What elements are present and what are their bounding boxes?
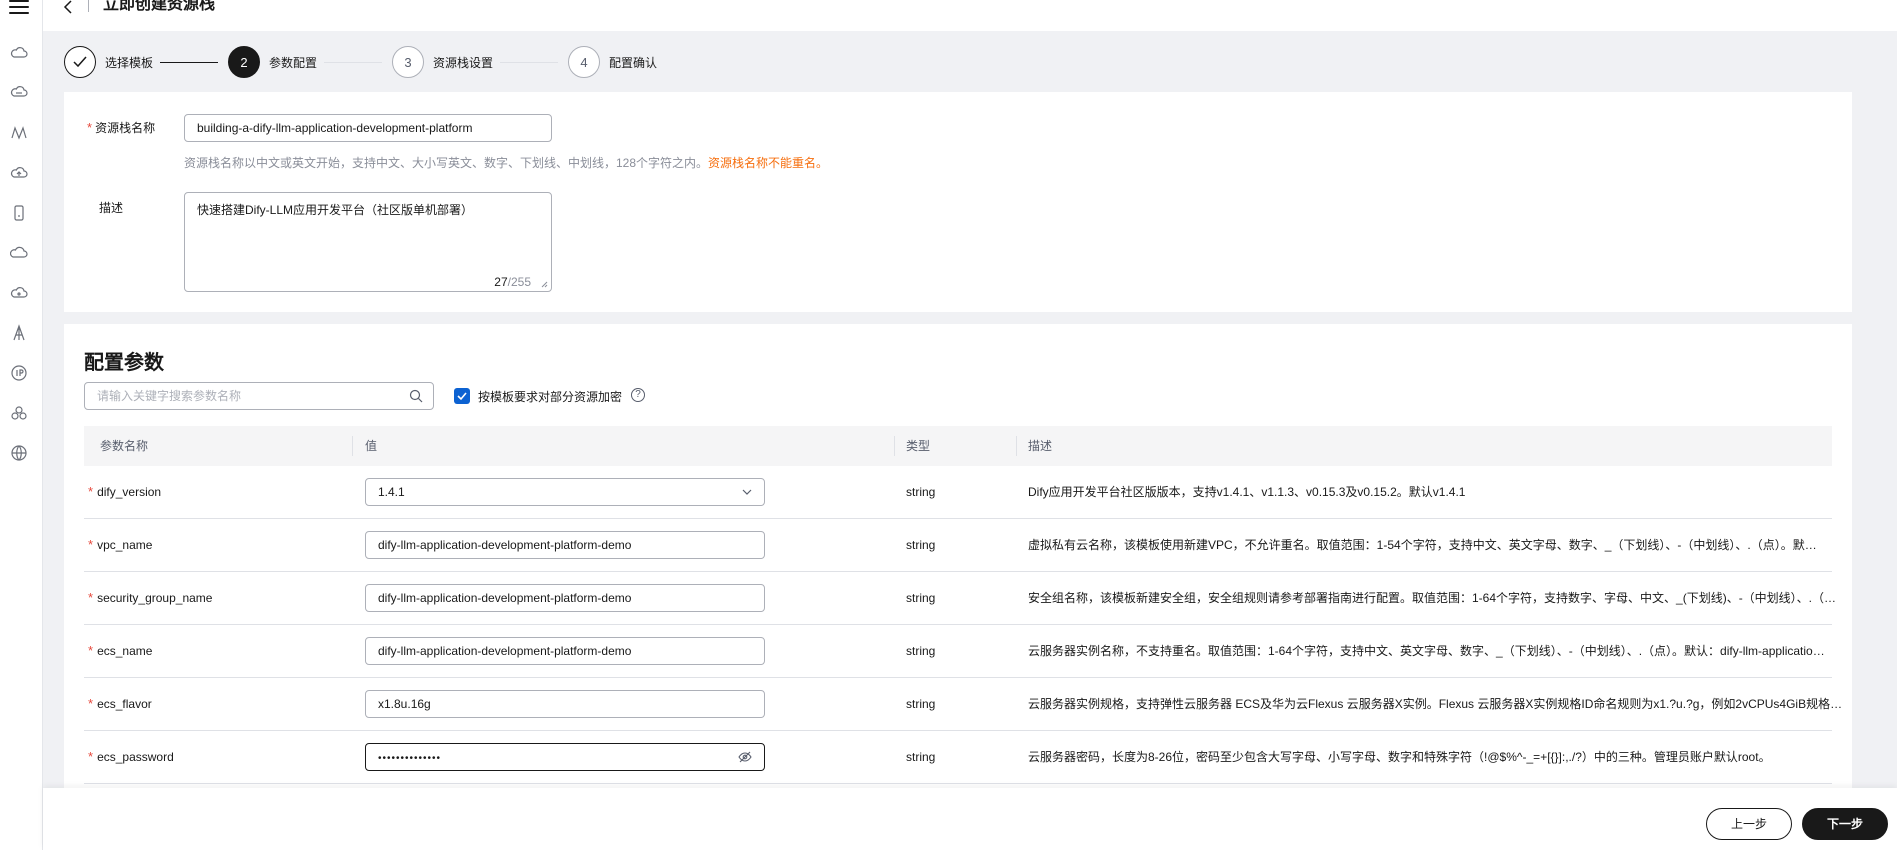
param-name: * ecs_flavor	[88, 696, 152, 711]
step-label: 参数配置	[269, 55, 318, 70]
param-name: * security_group_name	[88, 590, 213, 605]
step-label: 选择模板	[105, 55, 154, 70]
description-text: 快速搭建Dify-LLM应用开发平台（社区版单机部署）	[197, 203, 474, 217]
step-stack-settings: 3 资源栈设置	[392, 46, 493, 78]
stack-name-input[interactable]: building-a-dify-llm-application-developm…	[184, 114, 552, 142]
cloud-alt-icon[interactable]	[10, 284, 28, 302]
col-type: 类型	[906, 439, 931, 453]
left-nav-rail	[0, 0, 43, 850]
network-icon[interactable]	[10, 124, 28, 142]
cloud-icon[interactable]	[10, 44, 28, 62]
param-description: Dify应用开发平台社区版版本，支持v1.4.1、v1.1.3、v0.15.3及…	[1028, 485, 1466, 499]
ecs-password-input[interactable]: ••••••••••••••	[365, 743, 765, 771]
param-name: * vpc_name	[88, 537, 153, 552]
chevron-left-icon	[63, 0, 72, 14]
globe-icon[interactable]	[10, 444, 28, 462]
param-type: string	[906, 538, 936, 552]
col-divider	[352, 436, 353, 456]
col-divider	[1016, 436, 1017, 456]
step-select-template[interactable]: 选择模板	[64, 46, 153, 78]
next-step-button[interactable]: 下一步	[1802, 808, 1888, 840]
basic-info-card: * 资源栈名称 building-a-dify-llm-application-d…	[64, 92, 1852, 312]
table-row: * dify_version 1.4.1 string Dify应用开发平台社区版…	[84, 466, 1832, 519]
char-counter: 27/255	[494, 275, 531, 289]
param-type: string	[906, 485, 936, 499]
params-table: 参数名称 值 类型 描述 * dify_version 1.4.1 string …	[84, 426, 1842, 784]
table-row: * ecs_password •••••••••••••• string 云服务器…	[84, 731, 1832, 784]
col-param-name: 参数名称	[100, 439, 149, 453]
step-number: 4	[568, 46, 600, 78]
cluster-icon[interactable]	[10, 404, 28, 422]
param-name: * ecs_password	[88, 749, 174, 764]
param-type: string	[906, 697, 936, 711]
step-label: 配置确认	[609, 55, 658, 70]
header-divider	[88, 0, 89, 12]
cloud-upload-icon[interactable]	[10, 164, 28, 182]
param-search-input[interactable]: 请输入关键字搜索参数名称	[84, 382, 434, 410]
step-number: 2	[228, 46, 260, 78]
resize-handle-icon[interactable]	[541, 281, 548, 288]
param-type: string	[906, 750, 936, 764]
param-description: 云服务器实例名称，不支持重名。取值范围：1-64个字符，支持中文、英文字母、数字…	[1028, 644, 1825, 658]
back-button[interactable]	[63, 0, 73, 17]
prev-step-button[interactable]: 上一步	[1706, 808, 1792, 840]
param-type: string	[906, 644, 936, 658]
mobile-icon[interactable]	[10, 204, 28, 222]
step-number: 3	[392, 46, 424, 78]
search-icon[interactable]	[409, 389, 423, 403]
help-icon[interactable]: ?	[631, 388, 645, 402]
param-description: 云服务器实例规格，支持弹性云服务器 ECS及华为云Flexus 云服务器X实例。…	[1028, 697, 1843, 711]
page-header: 立即创建资源栈	[43, 0, 1897, 31]
col-description: 描述	[1028, 439, 1053, 453]
ecs-name-input[interactable]: dify-llm-application-development-platfor…	[365, 637, 765, 665]
table-row: * ecs_name dify-llm-application-developme…	[84, 625, 1832, 678]
eye-off-icon[interactable]	[738, 751, 752, 763]
step-connector	[160, 62, 218, 63]
col-value: 值	[365, 439, 378, 453]
stack-name-hint: 资源栈名称以中文或英文开始，支持中文、大小写英文、数字、下划线、中划线，128个…	[184, 156, 829, 170]
param-type: string	[906, 591, 936, 605]
step-label: 资源栈设置	[433, 55, 494, 70]
table-row: * ecs_flavor x1.8u.16g string 云服务器实例规格，支持…	[84, 678, 1842, 731]
ecs-flavor-input[interactable]: x1.8u.16g	[365, 690, 765, 718]
check-icon	[64, 46, 96, 78]
encrypt-checkbox[interactable]	[454, 388, 470, 404]
col-divider	[894, 436, 895, 456]
vpc-name-input[interactable]: dify-llm-application-development-platfor…	[365, 531, 765, 559]
description-label: 描述	[99, 201, 124, 215]
check-icon	[457, 392, 467, 401]
step-connector	[324, 62, 382, 63]
menu-icon[interactable]	[9, 0, 29, 16]
table-row: * vpc_name dify-llm-application-developme…	[84, 519, 1832, 572]
param-description: 虚拟私有云名称，该模板使用新建VPC，不允许重名。取值范围：1-54个字符，支持…	[1028, 538, 1817, 552]
security-group-name-input[interactable]: dify-llm-application-development-platfor…	[365, 584, 765, 612]
description-textarea[interactable]: 快速搭建Dify-LLM应用开发平台（社区版单机部署） 27/255	[184, 192, 552, 292]
dify-version-select[interactable]: 1.4.1	[365, 478, 765, 506]
param-description: 安全组名称，该模板新建安全组，安全组规则请参考部署指南进行配置。取值范围：1-6…	[1028, 591, 1837, 605]
params-card: 配置参数 请输入关键字搜索参数名称 按模板要求对部分资源加密 ? 参数名称 值 …	[64, 324, 1852, 794]
table-header: 参数名称 值 类型 描述	[84, 426, 1832, 466]
cloud-server-icon[interactable]	[10, 84, 28, 102]
table-row: * security_group_name dify-llm-applicatio…	[84, 572, 1836, 625]
search-placeholder: 请输入关键字搜索参数名称	[97, 389, 242, 403]
chevron-down-icon	[742, 489, 752, 495]
ip-icon[interactable]	[10, 364, 28, 382]
step-connector	[500, 62, 558, 63]
cloud-outline-icon[interactable]	[10, 244, 28, 262]
param-name: * dify_version	[88, 484, 162, 499]
step-confirm: 4 配置确认	[568, 46, 657, 78]
tower-icon[interactable]	[10, 324, 28, 342]
param-name: * ecs_name	[88, 643, 153, 658]
encrypt-label: 按模板要求对部分资源加密	[478, 390, 623, 404]
section-title: 配置参数	[84, 352, 164, 374]
footer-bar: 上一步 下一步	[43, 788, 1897, 850]
step-param-config: 2 参数配置	[228, 46, 317, 78]
stack-name-label: * 资源栈名称	[87, 120, 156, 135]
page-title: 立即创建资源栈	[103, 0, 216, 13]
param-description: 云服务器密码，长度为8-26位，密码至少包含大写字母、小写字母、数字和特殊字符（…	[1028, 750, 1771, 764]
